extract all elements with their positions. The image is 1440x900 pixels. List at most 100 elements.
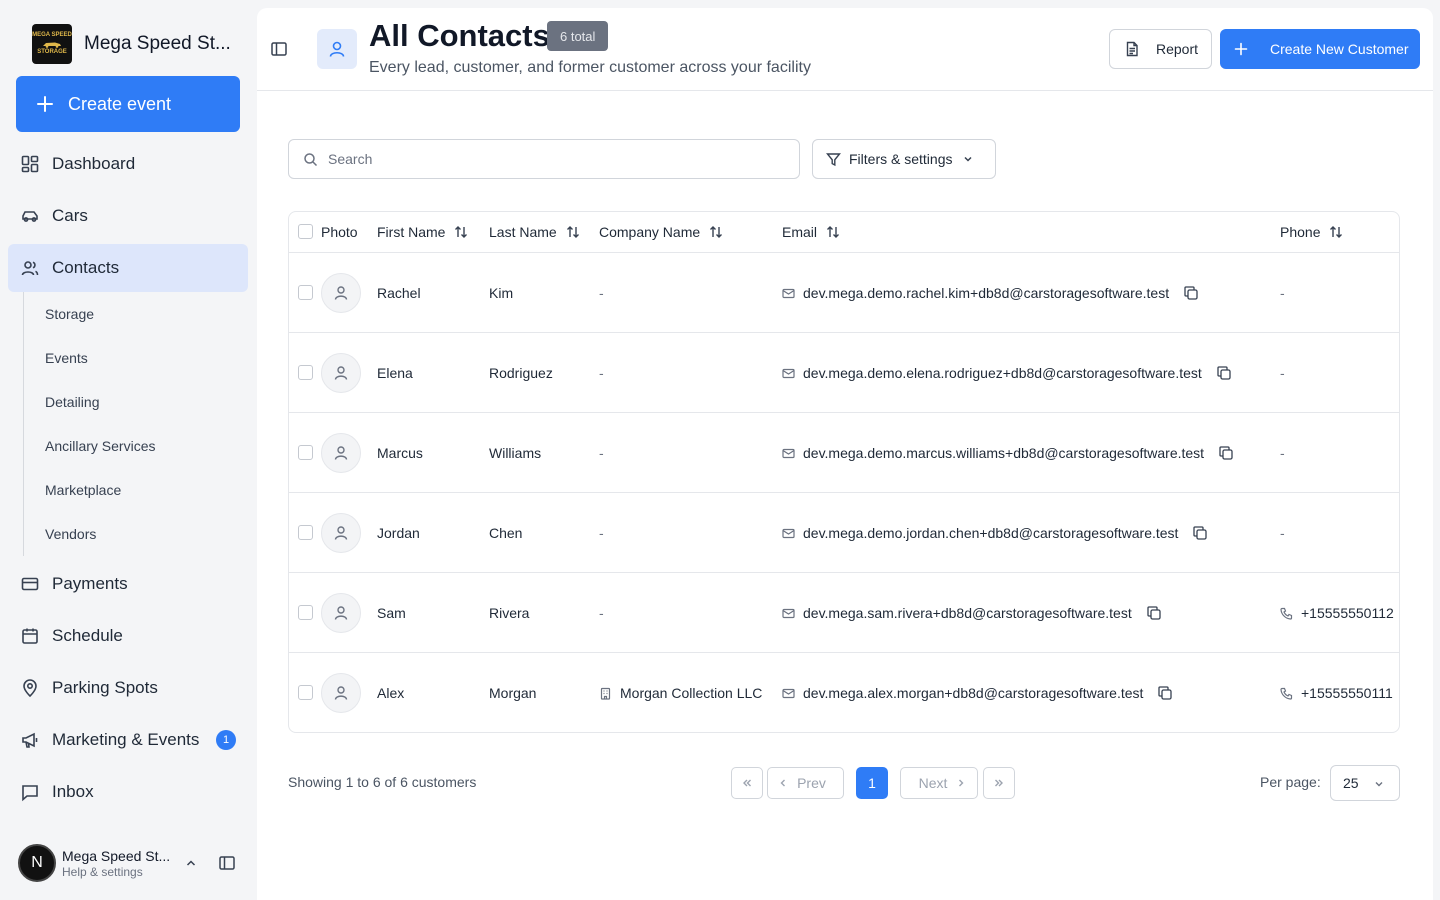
per-page-select[interactable]: 25 <box>1330 765 1400 801</box>
row-checkbox[interactable] <box>298 685 313 700</box>
table-row[interactable]: Alex Morgan Morgan Collection LLC dev.me… <box>289 653 1399 732</box>
last-name-cell: Kim <box>489 285 514 301</box>
sort-icon[interactable] <box>708 224 724 240</box>
logo-text-bottom: STORAGE <box>37 49 67 55</box>
mail-icon <box>782 528 795 538</box>
sort-icon[interactable] <box>1328 224 1344 240</box>
table-row[interactable]: Jordan Chen - dev.mega.demo.jordan.chen+… <box>289 493 1399 573</box>
filters-settings-button[interactable]: Filters & settings <box>812 139 996 179</box>
copy-icon[interactable] <box>1183 285 1199 301</box>
nav-item-inbox[interactable]: Inbox <box>8 768 248 816</box>
first-name-cell: Rachel <box>377 285 421 301</box>
search-field[interactable] <box>288 139 800 179</box>
nav-item-marketing-events[interactable]: Marketing & Events 1 <box>8 716 248 764</box>
page-title: All Contacts <box>369 18 550 53</box>
row-checkbox[interactable] <box>298 365 313 380</box>
next-page-button[interactable]: Next <box>900 767 978 799</box>
brand[interactable]: MEGA SPEED STORAGE Mega Speed St... <box>32 24 232 64</box>
row-checkbox[interactable] <box>298 525 313 540</box>
company-text: Morgan Collection LLC <box>620 685 763 701</box>
user-name: Mega Speed St... <box>62 847 171 864</box>
first-page-button[interactable] <box>731 767 763 799</box>
phone-text[interactable]: +15555550112 <box>1301 605 1394 621</box>
sort-icon[interactable] <box>825 224 841 240</box>
nav-item-contacts[interactable]: Contacts <box>8 244 248 292</box>
last-page-button[interactable] <box>983 767 1015 799</box>
search-input[interactable] <box>328 151 768 167</box>
email-cell: dev.mega.demo.elena.rodriguez+db8d@carst… <box>782 333 1232 413</box>
email-text[interactable]: dev.mega.alex.morgan+db8d@carstoragesoft… <box>803 685 1143 701</box>
table-row[interactable]: Sam Rivera - dev.mega.sam.rivera+db8d@ca… <box>289 573 1399 653</box>
mail-icon <box>782 688 795 698</box>
row-checkbox[interactable] <box>298 605 313 620</box>
email-text[interactable]: dev.mega.sam.rivera+db8d@carstoragesoftw… <box>803 605 1132 621</box>
search-icon <box>304 152 318 166</box>
company-cell: - <box>599 605 604 621</box>
row-checkbox[interactable] <box>298 285 313 300</box>
select-all-checkbox[interactable] <box>298 224 313 239</box>
email-text[interactable]: dev.mega.demo.rachel.kim+db8d@carstorage… <box>803 285 1169 301</box>
subnav-item-events[interactable]: Events <box>45 347 88 369</box>
panel-left-icon[interactable] <box>218 854 236 872</box>
page-1-button[interactable]: 1 <box>856 767 888 799</box>
prev-page-button[interactable]: Prev <box>767 767 844 799</box>
chevron-up-icon[interactable] <box>184 856 198 870</box>
sort-icon[interactable] <box>565 224 581 240</box>
nav-item-cars[interactable]: Cars <box>8 192 248 240</box>
copy-icon[interactable] <box>1218 445 1234 461</box>
create-new-customer-button[interactable]: Create New Customer <box>1220 29 1420 69</box>
user-menu[interactable]: N Mega Speed St... Help & settings <box>18 842 248 884</box>
car-icon <box>22 211 38 222</box>
report-button[interactable]: Report <box>1109 29 1212 69</box>
contact-avatar <box>321 513 361 553</box>
table-row[interactable]: Marcus Williams - dev.mega.demo.marcus.w… <box>289 413 1399 493</box>
mail-icon <box>782 608 795 618</box>
nav-item-payments[interactable]: Payments <box>8 560 248 608</box>
create-event-button[interactable]: Create event <box>16 76 240 132</box>
nav-item-dashboard[interactable]: Dashboard <box>8 140 248 188</box>
phone-cell: +15555550112 <box>1280 573 1394 653</box>
column-company-name-label: Company Name <box>599 224 701 240</box>
table-row[interactable]: Elena Rodriguez - dev.mega.demo.elena.ro… <box>289 333 1399 413</box>
main-panel: All Contacts 6 total Every lead, custome… <box>257 8 1433 900</box>
brand-logo: MEGA SPEED STORAGE <box>32 24 72 64</box>
column-email[interactable]: Email <box>782 212 841 252</box>
column-first-name[interactable]: First Name <box>377 212 469 252</box>
copy-icon[interactable] <box>1216 365 1232 381</box>
last-name-cell: Williams <box>489 445 542 461</box>
nav-item-parking-spots[interactable]: Parking Spots <box>8 664 248 712</box>
subnav-item-detailing[interactable]: Detailing <box>45 391 99 413</box>
nav-label-cars: Cars <box>52 206 88 225</box>
column-phone[interactable]: Phone <box>1280 212 1344 252</box>
sort-icon[interactable] <box>453 224 469 240</box>
email-text[interactable]: dev.mega.demo.elena.rodriguez+db8d@carst… <box>803 365 1202 381</box>
subnav-item-vendors[interactable]: Vendors <box>45 523 96 545</box>
copy-icon[interactable] <box>1192 525 1208 541</box>
first-name-cell: Elena <box>377 365 413 381</box>
column-last-name[interactable]: Last Name <box>489 212 581 252</box>
user-icon <box>329 41 345 57</box>
nav-item-schedule[interactable]: Schedule <box>8 612 248 660</box>
user-icon <box>334 366 348 380</box>
marketing-count-badge: 1 <box>216 730 236 750</box>
email-text[interactable]: dev.mega.demo.marcus.williams+db8d@carst… <box>803 445 1204 461</box>
row-checkbox[interactable] <box>298 445 313 460</box>
email-text[interactable]: dev.mega.demo.jordan.chen+db8d@carstorag… <box>803 525 1178 541</box>
page-subtitle: Every lead, customer, and former custome… <box>369 59 811 76</box>
table-row[interactable]: Rachel Kim - dev.mega.demo.rachel.kim+db… <box>289 253 1399 333</box>
contact-avatar <box>321 673 361 713</box>
subnav-item-marketplace[interactable]: Marketplace <box>45 479 121 501</box>
user-icon <box>334 526 348 540</box>
copy-icon[interactable] <box>1146 605 1162 621</box>
toggle-sidebar-icon[interactable] <box>270 40 288 58</box>
pagination-summary: Showing 1 to 6 of 6 customers <box>288 774 477 790</box>
phone-text[interactable]: +15555550111 <box>1301 685 1393 701</box>
phone-cell: - <box>1280 365 1285 381</box>
subnav-item-ancillary-services[interactable]: Ancillary Services <box>45 435 155 457</box>
phone-cell: +15555550111 <box>1280 653 1393 732</box>
header-divider <box>257 90 1433 91</box>
email-cell: dev.mega.demo.marcus.williams+db8d@carst… <box>782 413 1234 493</box>
column-company-name[interactable]: Company Name <box>599 212 724 252</box>
copy-icon[interactable] <box>1157 685 1173 701</box>
subnav-item-storage[interactable]: Storage <box>45 303 94 325</box>
